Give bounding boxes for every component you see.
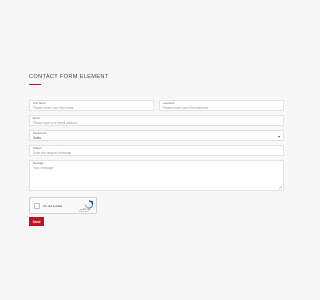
last-name-field[interactable]: Lastname Please insert your first lastna… — [159, 100, 284, 111]
first-name-field[interactable]: First Name Please insert your first name — [29, 100, 154, 111]
department-selected-value: Sales — [33, 136, 41, 141]
recaptcha-label: I'm not a robot — [43, 203, 63, 208]
recaptcha-widget: I'm not a robot reCAPTCHA Privacy - Term… — [29, 197, 97, 214]
email-label: Email — [33, 117, 40, 120]
message-textarea[interactable]: Message Your message — [29, 160, 284, 191]
last-name-label: Lastname — [163, 102, 175, 105]
message-placeholder: Your message — [33, 166, 54, 171]
department-label: Department — [33, 132, 47, 135]
page-title: CONTACT FORM ELEMENT — [29, 74, 109, 80]
recaptcha-checkbox[interactable] — [34, 202, 40, 209]
send-button[interactable]: Send — [29, 217, 44, 226]
message-label: Message — [33, 162, 44, 165]
recaptcha-logo-icon — [84, 200, 94, 209]
first-name-placeholder: Please insert your first name — [33, 106, 74, 111]
last-name-placeholder: Please insert your first lastname — [163, 106, 209, 111]
resize-handle[interactable] — [279, 186, 282, 189]
recaptcha-terms-link[interactable]: Privacy - Terms — [79, 212, 89, 213]
subject-label: Subject — [33, 147, 42, 150]
first-name-label: First Name — [33, 102, 46, 105]
email-placeholder: Please type your email address — [33, 121, 78, 126]
subject-placeholder: Enter the request message — [33, 151, 72, 156]
title-underline — [29, 83, 41, 85]
department-select[interactable]: Department Sales — [29, 130, 284, 141]
subject-field[interactable]: Subject Enter the request message — [29, 145, 284, 156]
chevron-down-icon — [278, 135, 280, 138]
email-field[interactable]: Email Please type your email address — [29, 115, 284, 126]
